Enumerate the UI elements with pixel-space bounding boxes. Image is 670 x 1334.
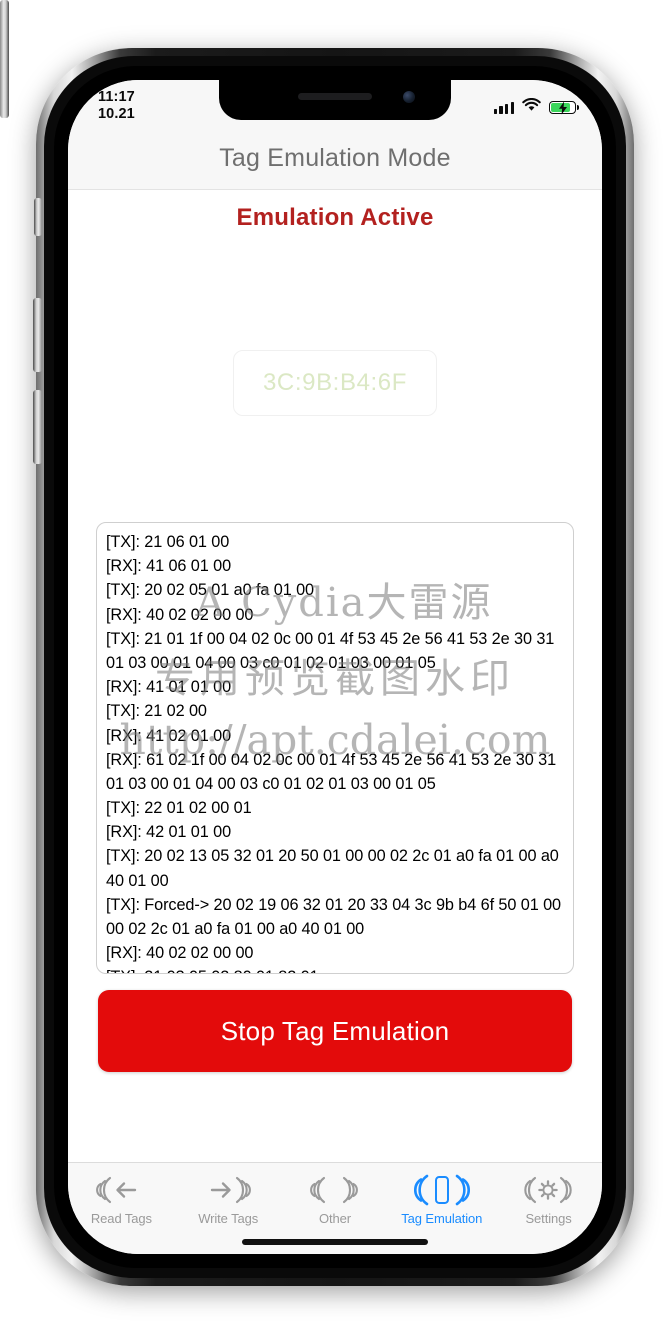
phone-screen: 11:17 10.21 Tag Emulation Mode Emulation…	[68, 80, 602, 1254]
power-button[interactable]	[0, 0, 9, 118]
page-title: Tag Emulation Mode	[219, 144, 451, 172]
silent-switch-button[interactable]	[34, 198, 42, 236]
tab-tag-emulation[interactable]: Tag Emulation	[388, 1171, 495, 1226]
device-notch	[219, 80, 451, 120]
status-date: 10.21	[98, 106, 135, 123]
tab-label-write-tags: Write Tags	[198, 1211, 259, 1226]
mac-address-value: 3C:9B:B4:6F	[262, 369, 407, 396]
tab-label-tag-emulation: Tag Emulation	[401, 1211, 483, 1226]
cellular-signal-icon	[493, 101, 514, 114]
screenshot-root: 11:17 10.21 Tag Emulation Mode Emulation…	[0, 0, 670, 1334]
navigation-bar: Tag Emulation Mode	[68, 128, 602, 190]
nfc-read-icon	[93, 1171, 149, 1209]
nfc-waves-icon	[307, 1171, 363, 1209]
volume-up-button[interactable]	[33, 298, 42, 372]
status-indicators	[493, 89, 580, 117]
tab-other[interactable]: Other	[282, 1171, 389, 1226]
gear-waves-icon	[521, 1171, 577, 1209]
battery-charging-icon	[549, 101, 580, 114]
nfc-write-icon	[200, 1171, 256, 1209]
mac-address-field[interactable]: 3C:9B:B4:6F	[233, 350, 437, 416]
tab-label-other: Other	[318, 1211, 351, 1226]
volume-down-button[interactable]	[33, 390, 42, 464]
status-time: 11:17	[98, 89, 135, 105]
nfc-log-text: [TX]: 21 06 01 00 [RX]: 41 06 01 00 [TX]…	[106, 533, 561, 973]
tab-settings[interactable]: Settings	[495, 1171, 602, 1226]
main-content: Emulation Active 3C:9B:B4:6F [TX]: 21 06…	[68, 190, 602, 1162]
home-indicator[interactable]	[242, 1239, 428, 1245]
nfc-emulation-icon	[411, 1171, 473, 1209]
emulation-status-text: Emulation Active	[236, 204, 434, 231]
nfc-log-panel[interactable]: [TX]: 21 06 01 00 [RX]: 41 06 01 00 [TX]…	[96, 522, 574, 974]
stop-tag-emulation-button[interactable]: Stop Tag Emulation	[98, 990, 572, 1072]
tab-label-settings: Settings	[525, 1211, 572, 1226]
earpiece-speaker	[298, 93, 372, 100]
status-clock: 11:17 10.21	[98, 89, 135, 123]
wifi-icon	[522, 98, 541, 117]
tab-write-tags[interactable]: Write Tags	[175, 1171, 282, 1226]
tab-read-tags[interactable]: Read Tags	[68, 1171, 175, 1226]
front-camera-icon	[403, 91, 415, 103]
tab-label-read-tags: Read Tags	[90, 1211, 152, 1226]
